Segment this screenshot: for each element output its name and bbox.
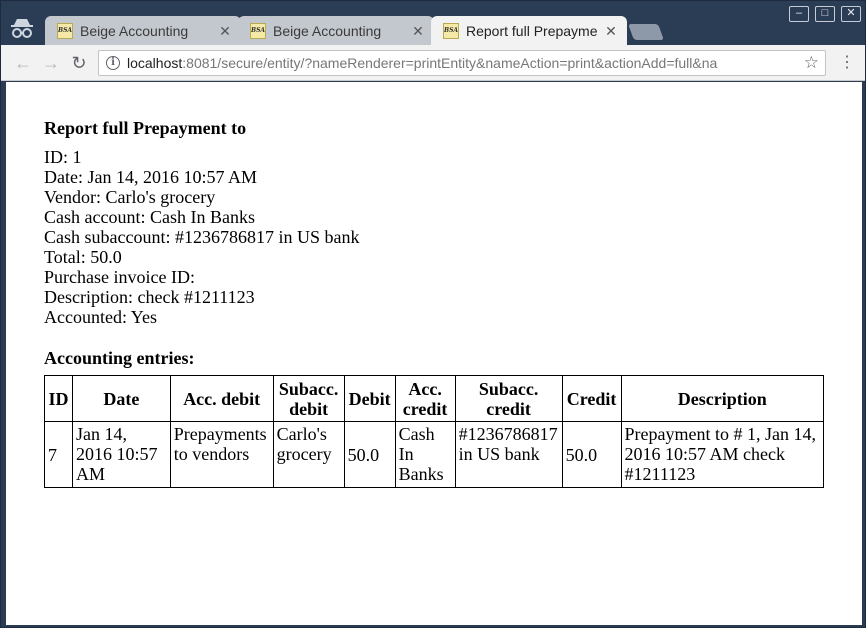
url-path: :8081/secure/entity/?nameRenderer=printE… (182, 55, 718, 71)
tab-beige-accounting-1[interactable]: BSA Beige Accounting ✕ (45, 16, 241, 46)
cell-description: Prepayment to # 1, Jan 14, 2016 10:57 AM… (620, 421, 825, 488)
cell-subacc-debit: Carlo's grocery (272, 421, 345, 488)
header-acc-credit: Acc. credit (394, 375, 456, 422)
tab-title: Beige Accounting (80, 23, 189, 39)
close-tab-icon[interactable]: ✕ (412, 23, 424, 40)
header-debit: Debit (343, 375, 396, 422)
header-subacc-credit: Subacc. credit (454, 375, 563, 422)
close-window-button[interactable]: ✕ (841, 6, 861, 22)
field-cash-account: Cash account: Cash In Banks (44, 207, 255, 227)
header-description: Description (620, 375, 825, 422)
header-subacc-debit: Subacc. debit (272, 375, 345, 422)
tab-report-active[interactable]: BSA Report full Prepayme ✕ (431, 16, 627, 46)
back-button[interactable]: ← (11, 51, 35, 75)
url-host: localhost (127, 55, 183, 71)
close-tab-icon[interactable]: ✕ (605, 23, 617, 40)
cell-acc-credit: Cash In Banks (394, 421, 456, 488)
reload-button[interactable]: ↻ (67, 51, 91, 75)
tab-title: Beige Accounting (273, 23, 382, 39)
minimize-button[interactable]: – (789, 6, 809, 22)
field-total: Total: 50.0 (44, 247, 122, 267)
close-tab-icon[interactable]: ✕ (219, 23, 231, 40)
report-title: Report full Prepayment to (44, 118, 247, 138)
cell-id: 7 (44, 421, 73, 488)
field-cash-subaccount: Cash subaccount: #1236786817 in US bank (44, 227, 360, 247)
browser-toolbar: ← → ↻ i localhost:8081/secure/entity/?na… (1, 45, 865, 81)
field-purchase-invoice-id: Purchase invoice ID: (44, 267, 195, 287)
field-accounted: Accounted: Yes (44, 307, 157, 327)
page-content: Report full Prepayment to ID: 1 Date: Ja… (6, 82, 862, 625)
entries-heading: Accounting entries: (44, 348, 195, 368)
field-description: Description: check #1211123 (44, 287, 255, 307)
header-credit: Credit (561, 375, 622, 422)
maximize-button[interactable]: □ (815, 6, 835, 22)
tab-strip: BSA Beige Accounting ✕ BSA Beige Account… (1, 1, 865, 46)
incognito-icon (9, 17, 35, 39)
forward-button[interactable]: → (39, 51, 63, 75)
bookmark-star-icon[interactable]: ☆ (799, 51, 819, 75)
bsa-favicon-icon: BSA (250, 23, 266, 39)
header-acc-debit: Acc. debit (169, 375, 274, 422)
field-date: Date: Jan 14, 2016 10:57 AM (44, 167, 257, 187)
browser-window: BSA Beige Accounting ✕ BSA Beige Account… (0, 0, 866, 628)
cell-subacc-credit: #1236786817 in US bank (454, 421, 563, 488)
cell-credit: 50.0 (561, 421, 622, 488)
accounting-entries-table: ID Date Acc. debit Subacc. debit Debit A… (44, 375, 825, 488)
header-date: Date (71, 375, 171, 422)
address-bar[interactable]: i localhost:8081/secure/entity/?nameRend… (98, 50, 826, 76)
table-header-row: ID Date Acc. debit Subacc. debit Debit A… (44, 375, 825, 422)
field-vendor: Vendor: Carlo's grocery (44, 187, 216, 207)
new-tab-button[interactable] (628, 24, 664, 40)
report: Report full Prepayment to ID: 1 Date: Ja… (44, 117, 826, 488)
tab-beige-accounting-2[interactable]: BSA Beige Accounting ✕ (238, 16, 434, 46)
site-info-icon[interactable]: i (106, 56, 120, 70)
table-row: 7 Jan 14, 2016 10:57 AM Prepayments to v… (44, 421, 825, 488)
bsa-favicon-icon: BSA (57, 23, 73, 39)
cell-date: Jan 14, 2016 10:57 AM (71, 421, 171, 488)
tab-title: Report full Prepayme (466, 23, 597, 39)
field-id: ID: 1 (44, 147, 82, 167)
browser-menu-button[interactable]: ⋮ (839, 51, 855, 75)
report-fields: ID: 1 Date: Jan 14, 2016 10:57 AM Vendor… (44, 147, 826, 327)
header-id: ID (44, 375, 73, 422)
bsa-favicon-icon: BSA (443, 23, 459, 39)
cell-acc-debit: Prepayments to vendors (169, 421, 274, 488)
cell-debit: 50.0 (343, 421, 396, 488)
